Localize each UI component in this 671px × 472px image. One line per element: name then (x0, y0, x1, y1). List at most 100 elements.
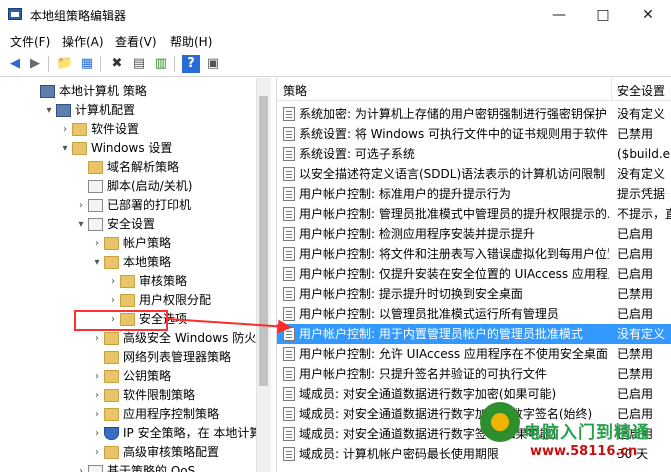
folder-icon (104, 332, 119, 345)
watermark-logo-icon (480, 402, 520, 442)
tree-expander-icon[interactable]: › (108, 291, 118, 310)
tree-item-label: 应用程序控制策略 (123, 407, 220, 421)
policy-setting-value: 已启用 (617, 267, 654, 281)
policy-row[interactable]: 用户帐户控制: 提示提升时切换到安全桌面 已禁用 (277, 284, 671, 304)
policy-document-icon (283, 367, 295, 381)
menu-file[interactable]: 文件(F) (10, 33, 50, 50)
policy-row[interactable]: 用户帐户控制: 只提升签名并验证的可执行文件 已禁用 (277, 364, 671, 384)
tree-expander-icon[interactable]: › (60, 120, 70, 139)
tree-item-label: 已部署的打印机 (107, 198, 192, 212)
folder-icon (72, 123, 87, 136)
policy-row[interactable]: 系统加密: 为计算机上存储的用户密钥强制进行强密钥保护 没有定义 (277, 104, 671, 124)
properties-icon[interactable]: ▤ (130, 55, 148, 73)
tree-expander-icon[interactable]: › (92, 367, 102, 386)
policy-row[interactable]: 以安全描述符定义语言(SDDL)语法表示的计算机访问限制 没有定义 (277, 164, 671, 184)
close-button[interactable]: ✕ (626, 0, 670, 30)
policy-document-icon (283, 127, 295, 141)
tree-expander-icon[interactable]: › (108, 272, 118, 291)
policy-setting-value: ($build.en (617, 147, 671, 161)
gpedit-app-icon (8, 8, 22, 20)
tree-expander-icon[interactable]: › (92, 443, 102, 462)
tree-item-label: 用户权限分配 (139, 293, 212, 307)
window-title: 本地组策略编辑器 (30, 9, 127, 23)
policy-row[interactable]: 用户帐户控制: 管理员批准模式中管理员的提升权限提示的... 不提示，直 (277, 204, 671, 224)
delete-icon[interactable]: ✖ (108, 55, 126, 73)
tree-expander-icon[interactable]: › (76, 462, 86, 472)
policy-name: 用户帐户控制: 用于内置管理员帐户的管理员批准模式 (299, 327, 583, 341)
policy-name: 用户帐户控制: 提示提升时切换到安全桌面 (299, 287, 523, 301)
policy-setting-value: 已禁用 (617, 347, 654, 361)
tree-expander-icon[interactable]: › (92, 234, 102, 253)
policy-document-icon (283, 227, 295, 241)
tree-item-label: 本地策略 (123, 255, 172, 269)
policy-row[interactable]: 用户帐户控制: 允许 UIAccess 应用程序在不使用安全桌面... 已禁用 (277, 344, 671, 364)
tree-expander-icon[interactable]: ▾ (60, 139, 70, 158)
tree-item-label: 软件设置 (91, 122, 140, 136)
folder-icon (72, 142, 87, 155)
folder-icon (104, 351, 119, 364)
policy-row[interactable]: 系统设置: 可选子系统 ($build.en (277, 144, 671, 164)
tree-expander-icon[interactable]: › (92, 386, 102, 405)
policy-setting-value: 已禁用 (617, 287, 654, 301)
policy-document-icon (283, 407, 295, 421)
tree-item-label: 软件限制策略 (123, 388, 196, 402)
maximize-button[interactable]: □ (581, 0, 625, 30)
tree-expander-icon[interactable]: › (92, 329, 102, 348)
toolbar-separator (100, 56, 101, 72)
up-folder-icon[interactable]: 📁 (56, 55, 74, 73)
folder-icon (104, 370, 119, 383)
policy-setting-value: 没有定义 (617, 107, 666, 121)
column-divider[interactable] (611, 78, 612, 100)
policy-document-icon (283, 307, 295, 321)
forward-arrow-icon[interactable]: ▶ (26, 55, 44, 73)
menu-action[interactable]: 操作(A) (62, 33, 104, 50)
policy-document-icon (283, 267, 295, 281)
policy-document-icon (283, 147, 295, 161)
policy-name: 以安全描述符定义语言(SDDL)语法表示的计算机访问限制 (299, 167, 606, 181)
minimize-button[interactable]: — (537, 0, 581, 30)
policy-name: 用户帐户控制: 将文件和注册表写入错误虚拟化到每用户位置 (299, 247, 609, 261)
tree-item-label: 高级安全 Windows 防火墙 (123, 331, 256, 345)
policy-row[interactable]: 用户帐户控制: 检测应用程序安装并提示提升 已启用 (277, 224, 671, 244)
help-icon[interactable]: ? (182, 55, 200, 73)
menu-help[interactable]: 帮助(H) (170, 33, 212, 50)
policy-name: 系统加密: 为计算机上存储的用户密钥强制进行强密钥保护 (299, 107, 607, 121)
tree-expander-icon[interactable]: ▾ (44, 101, 54, 120)
doc-icon (88, 465, 103, 472)
show-hide-tree-icon[interactable]: ▦ (78, 55, 96, 73)
back-arrow-icon[interactable]: ◀ (6, 55, 24, 73)
policy-name: 用户帐户控制: 只提升签名并验证的可执行文件 (299, 367, 547, 381)
folder-icon (120, 294, 135, 307)
watermark-url: www.58116.cn (530, 444, 638, 459)
policy-setting-value: 已禁用 (617, 127, 654, 141)
policy-document-icon (283, 447, 295, 461)
policy-name: 用户帐户控制: 检测应用程序安装并提示提升 (299, 227, 535, 241)
policy-setting-value: 没有定义 (617, 327, 666, 341)
column-header-security-setting[interactable]: 安全设置 (617, 82, 665, 99)
export-list-icon[interactable]: ▥ (152, 55, 170, 73)
policy-row[interactable]: 用户帐户控制: 标准用户的提升提示行为 提示凭据 (277, 184, 671, 204)
highlight-box (74, 310, 168, 331)
tree-item-label: Windows 设置 (91, 141, 173, 155)
policy-row[interactable]: 系统设置: 将 Windows 可执行文件中的证书规则用于软件... 已禁用 (277, 124, 671, 144)
computer-icon (56, 104, 71, 117)
policy-name: 系统设置: 将 Windows 可执行文件中的证书规则用于软件... (299, 127, 609, 141)
policy-row[interactable]: 用户帐户控制: 用于内置管理员帐户的管理员批准模式 没有定义 (277, 324, 671, 344)
tree-expander-icon[interactable]: ▾ (92, 253, 102, 272)
tree-expander-icon[interactable]: › (92, 405, 102, 424)
tree-expander-icon[interactable]: ▾ (76, 215, 86, 234)
tree-scrollbar-thumb[interactable] (259, 96, 268, 386)
policy-row[interactable]: 用户帐户控制: 将文件和注册表写入错误虚拟化到每用户位置 已启用 (277, 244, 671, 264)
policy-document-icon (283, 107, 295, 121)
toolbar-separator (174, 56, 175, 72)
filter-view-icon[interactable]: ▣ (204, 55, 222, 73)
toolbar-separator (48, 56, 49, 72)
policy-row[interactable]: 用户帐户控制: 仅提升安装在安全位置的 UIAccess 应用程序 已启用 (277, 264, 671, 284)
policy-row[interactable]: 用户帐户控制: 以管理员批准模式运行所有管理员 已启用 (277, 304, 671, 324)
menu-view[interactable]: 查看(V) (115, 33, 157, 50)
tree-expander-icon[interactable]: › (76, 196, 86, 215)
computer-icon (40, 85, 55, 98)
column-header-policy[interactable]: 策略 (283, 82, 307, 99)
tree-expander-icon[interactable]: › (92, 424, 102, 443)
folder-icon (104, 256, 119, 269)
